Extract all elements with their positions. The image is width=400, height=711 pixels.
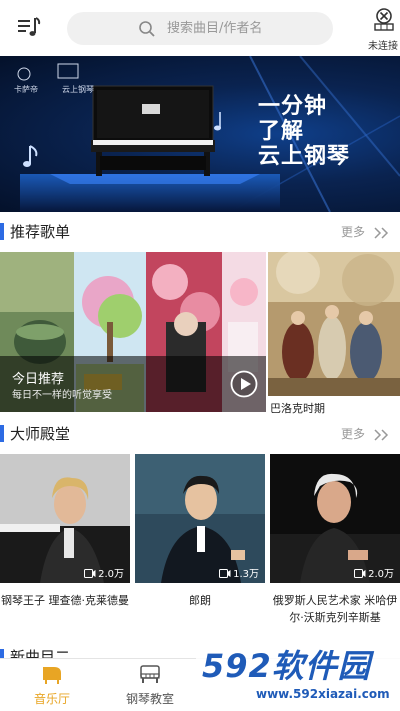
piano-connection-button[interactable]: 未连接 xyxy=(364,8,400,54)
today-title: 今日推荐 xyxy=(12,372,65,387)
baroque-playlist-cover[interactable] xyxy=(268,252,400,396)
tab-label: 音乐厅 xyxy=(33,692,70,706)
video-icon xyxy=(84,569,96,578)
grand-piano-icon xyxy=(40,663,64,685)
baroque-painting xyxy=(268,252,400,396)
section-accent-bar xyxy=(0,425,4,442)
search-input[interactable]: 搜索曲目/作者名 xyxy=(67,12,333,45)
app-screen: 搜索曲目/作者名 未连接 卡萨帝 云上钢琴 一分钟 了解 云上钢琴 推荐歌单 更… xyxy=(0,0,400,711)
banner-slogan-line-2: 了解 xyxy=(258,119,305,144)
banner-slogan-line-1: 一分钟 xyxy=(258,94,328,119)
today-subtitle: 每日不一样的听觉享受 xyxy=(12,390,112,401)
section-accent-bar xyxy=(0,223,4,240)
connection-status: 未连接 xyxy=(368,41,398,52)
upright-piano-icon xyxy=(138,663,162,685)
video-icon xyxy=(354,569,366,578)
double-chevron-right-icon[interactable] xyxy=(372,427,392,441)
view-count-value: 2.0万 xyxy=(368,569,394,580)
promo-banner[interactable]: 卡萨帝 云上钢琴 一分钟 了解 云上钢琴 xyxy=(0,56,400,212)
search-icon xyxy=(138,20,156,38)
master-card[interactable]: 2.0万 俄罗斯人民艺术家 米哈伊尔·沃斯克列辛斯基 xyxy=(270,454,400,640)
playlist-menu-icon[interactable] xyxy=(16,14,42,40)
double-chevron-right-icon[interactable] xyxy=(372,225,392,239)
play-icon[interactable] xyxy=(230,370,258,398)
brand-logo-left: 卡萨帝 xyxy=(14,85,38,94)
tab-label: 钢琴教室 xyxy=(125,692,174,706)
section-title: 新曲目二 xyxy=(10,648,71,658)
master-name: 俄罗斯人民艺术家 米哈伊尔·沃斯克列辛斯基 xyxy=(272,594,398,624)
section-title: 推荐歌单 xyxy=(10,223,71,241)
master-photo xyxy=(0,454,130,583)
section-recommended-header: 推荐歌单 更多 xyxy=(0,212,400,252)
masters-list: 2.0万 钢琴王子 理查德·克莱德曼 1.3万 郎朗 2.0万 俄罗斯人民艺术家… xyxy=(0,454,400,640)
master-card[interactable]: 1.3万 郎朗 xyxy=(135,454,265,640)
section-masters-header: 大师殿堂 更多 xyxy=(0,414,400,454)
view-count-value: 1.3万 xyxy=(233,569,259,580)
banner-slogan: 一分钟 了解 云上钢琴 xyxy=(258,94,350,169)
tab-piano-classroom[interactable]: 钢琴教室 xyxy=(102,659,198,711)
brand-logo-right: 云上钢琴 xyxy=(62,85,94,94)
master-name: 郎朗 xyxy=(189,594,211,607)
view-count: 1.3万 xyxy=(219,565,259,580)
more-link[interactable]: 更多 xyxy=(341,426,365,442)
more-link[interactable]: 更多 xyxy=(341,224,365,240)
view-count: 2.0万 xyxy=(84,565,124,580)
piano-disconnected-icon xyxy=(372,8,396,32)
master-photo xyxy=(270,454,400,583)
watermark-url: www.592xiazai.com xyxy=(256,687,390,701)
recommended-playlists: 今日推荐 每日不一样的听觉享受 巴洛克时期 xyxy=(0,252,400,418)
site-watermark: 592软件园 www.592xiazai.com xyxy=(196,637,400,711)
view-count: 2.0万 xyxy=(354,565,394,580)
banner-slogan-line-3: 云上钢琴 xyxy=(258,144,351,169)
master-name: 钢琴王子 理查德·克莱德曼 xyxy=(1,594,129,607)
today-recommendation-card[interactable]: 今日推荐 每日不一样的听觉享受 xyxy=(0,252,266,412)
master-card[interactable]: 2.0万 钢琴王子 理查德·克莱德曼 xyxy=(0,454,130,640)
section-title: 大师殿堂 xyxy=(10,425,71,443)
section-accent-bar xyxy=(0,649,4,658)
search-placeholder: 搜索曲目/作者名 xyxy=(167,21,263,36)
top-bar: 搜索曲目/作者名 未连接 xyxy=(0,0,400,56)
video-icon xyxy=(219,569,231,578)
tab-concert-hall[interactable]: 音乐厅 xyxy=(4,659,100,711)
master-photo xyxy=(135,454,265,583)
view-count-value: 2.0万 xyxy=(98,569,124,580)
watermark-logo-text: 592软件园 xyxy=(202,647,371,685)
